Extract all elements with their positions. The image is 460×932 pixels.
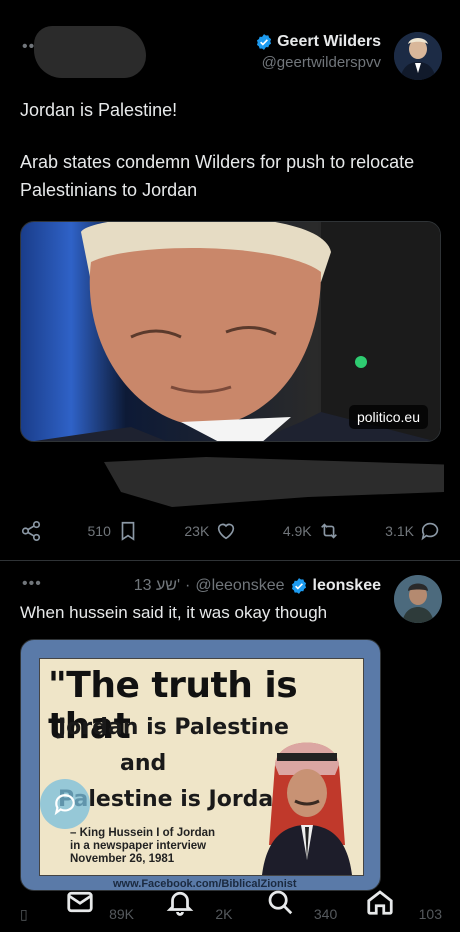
tweet-text-line-1: Jordan is Palestine! — [20, 100, 178, 120]
link-domain-chip[interactable]: politico.eu — [348, 405, 428, 429]
bookmark-icon — [121, 521, 135, 541]
like-count: 23K — [184, 523, 210, 539]
author-name[interactable]: Geert Wilders — [277, 33, 381, 51]
king-hussein-portrait — [262, 742, 352, 875]
repost-icon — [320, 523, 337, 539]
floating-chat-button[interactable] — [40, 779, 90, 829]
tweet-wilders[interactable]: ••• Geert Wilders @geertwilderspvv Jorda… — [0, 0, 460, 560]
reply-button[interactable]: 3.1K — [385, 520, 442, 542]
link-card-image[interactable]: politico.eu — [20, 221, 441, 442]
more-options-icon[interactable]: ••• — [22, 575, 42, 593]
tweet-text: Jordan is Palestine! Arab states condemn… — [20, 96, 440, 204]
redacted-area — [34, 26, 146, 78]
reply-icon — [421, 522, 439, 541]
repost-count: 4.9K — [282, 523, 312, 539]
author-block[interactable]: Geert Wilders @geertwilderspvv — [255, 33, 381, 71]
share-icon — [21, 521, 41, 541]
redacted-area — [104, 457, 444, 507]
avatar[interactable] — [394, 32, 442, 80]
heart-icon — [218, 523, 235, 540]
author-row[interactable]: 13 שע' · @leeonskee leonskee — [134, 577, 381, 595]
bell-icon — [166, 891, 194, 916]
author-handle[interactable]: @leeonskee — [195, 577, 284, 595]
tweet-text: When hussein said it, it was okay though — [20, 603, 328, 622]
poster-line-2: and — [120, 751, 167, 776]
home-icon — [367, 889, 393, 915]
share-button[interactable] — [20, 520, 42, 542]
chat-bubble-icon — [54, 794, 75, 816]
nav-messages[interactable] — [65, 887, 95, 922]
nav-notifications[interactable] — [165, 887, 195, 922]
bookmark-button[interactable]: 510 — [88, 520, 139, 542]
like-button[interactable]: 23K — [184, 520, 237, 542]
search-icon — [268, 890, 293, 914]
bookmark-count: 510 — [87, 523, 111, 539]
nav-home[interactable] — [365, 887, 395, 922]
verified-badge-icon — [291, 578, 306, 594]
bottom-navigation — [0, 876, 460, 932]
repost-button[interactable]: 4.9K — [283, 520, 340, 542]
quote-poster: "The truth is that Jordan is Palestine a… — [39, 658, 364, 876]
nav-search[interactable] — [265, 887, 295, 922]
poster-attribution: – King Hussein I of Jordan in a newspape… — [70, 827, 216, 865]
post-time: 13 שע' — [133, 577, 180, 594]
tweet-text-line-2: Arab states condemn Wilders for push to … — [20, 152, 415, 200]
quote-image[interactable]: "The truth is that Jordan is Palestine a… — [20, 639, 381, 891]
poster-line-1: Jordan is Palestine — [58, 715, 289, 740]
author-name[interactable]: leonskee — [313, 577, 381, 595]
action-bar: 510 23K 4.9K 3.1K — [20, 520, 442, 542]
author-handle[interactable]: @geertwilderspvv — [255, 54, 381, 71]
mail-icon — [67, 891, 93, 912]
verified-badge-icon — [257, 34, 272, 50]
reply-count: 3.1K — [385, 523, 414, 539]
